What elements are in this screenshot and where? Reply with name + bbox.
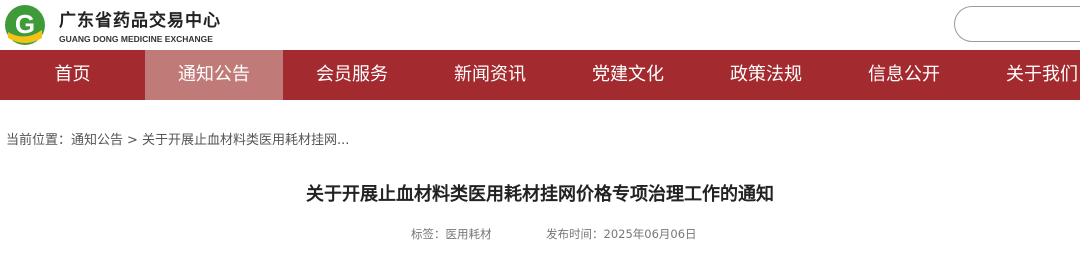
logo-icon[interactable]: G [4, 4, 46, 46]
nav-item-notices[interactable]: 通知公告 [145, 50, 283, 100]
breadcrumb-current: 关于开展止血材料类医用耗材挂网... [141, 133, 350, 148]
nav-item-disclosure[interactable]: 信息公开 [835, 50, 973, 100]
nav-item-member-services[interactable]: 会员服务 [283, 50, 421, 100]
nav-item-policies[interactable]: 政策法规 [697, 50, 835, 100]
article-title: 关于开展止血材料类医用耗材挂网价格专项治理工作的通知 [306, 184, 774, 205]
site-header: G 广东省药品交易中心 GUANG DONG MEDICINE EXCHANGE [0, 0, 1080, 50]
main-nav: 首页 通知公告 会员服务 新闻资讯 党建文化 政策法规 信息公开 关于我们 [0, 50, 1080, 100]
logo-subtitle: GUANG DONG MEDICINE EXCHANGE [59, 34, 213, 44]
nav-item-party-building[interactable]: 党建文化 [559, 50, 697, 100]
article-date: 发布时间：2025年06月06日 [546, 226, 697, 242]
search-input[interactable] [954, 6, 1080, 42]
article-tag: 标签：医用耗材 [411, 226, 492, 242]
tag-label: 标签： [411, 227, 446, 241]
breadcrumb-link-notices[interactable]: 通知公告 [71, 133, 123, 148]
logo-title[interactable]: 广东省药品交易中心 [59, 6, 221, 31]
date-label: 发布时间： [546, 227, 604, 241]
nav-item-home[interactable]: 首页 [0, 50, 145, 100]
breadcrumb-prefix: 当前位置： [6, 133, 72, 148]
breadcrumb-separator: > [127, 133, 138, 148]
tag-value[interactable]: 医用耗材 [446, 227, 492, 241]
breadcrumb: 当前位置：通知公告 > 关于开展止血材料类医用耗材挂网... [6, 129, 349, 148]
nav-item-news[interactable]: 新闻资讯 [421, 50, 559, 100]
nav-item-about[interactable]: 关于我们 [973, 50, 1080, 100]
logo-letter: G [15, 9, 35, 39]
date-value: 2025年06月06日 [603, 227, 697, 241]
